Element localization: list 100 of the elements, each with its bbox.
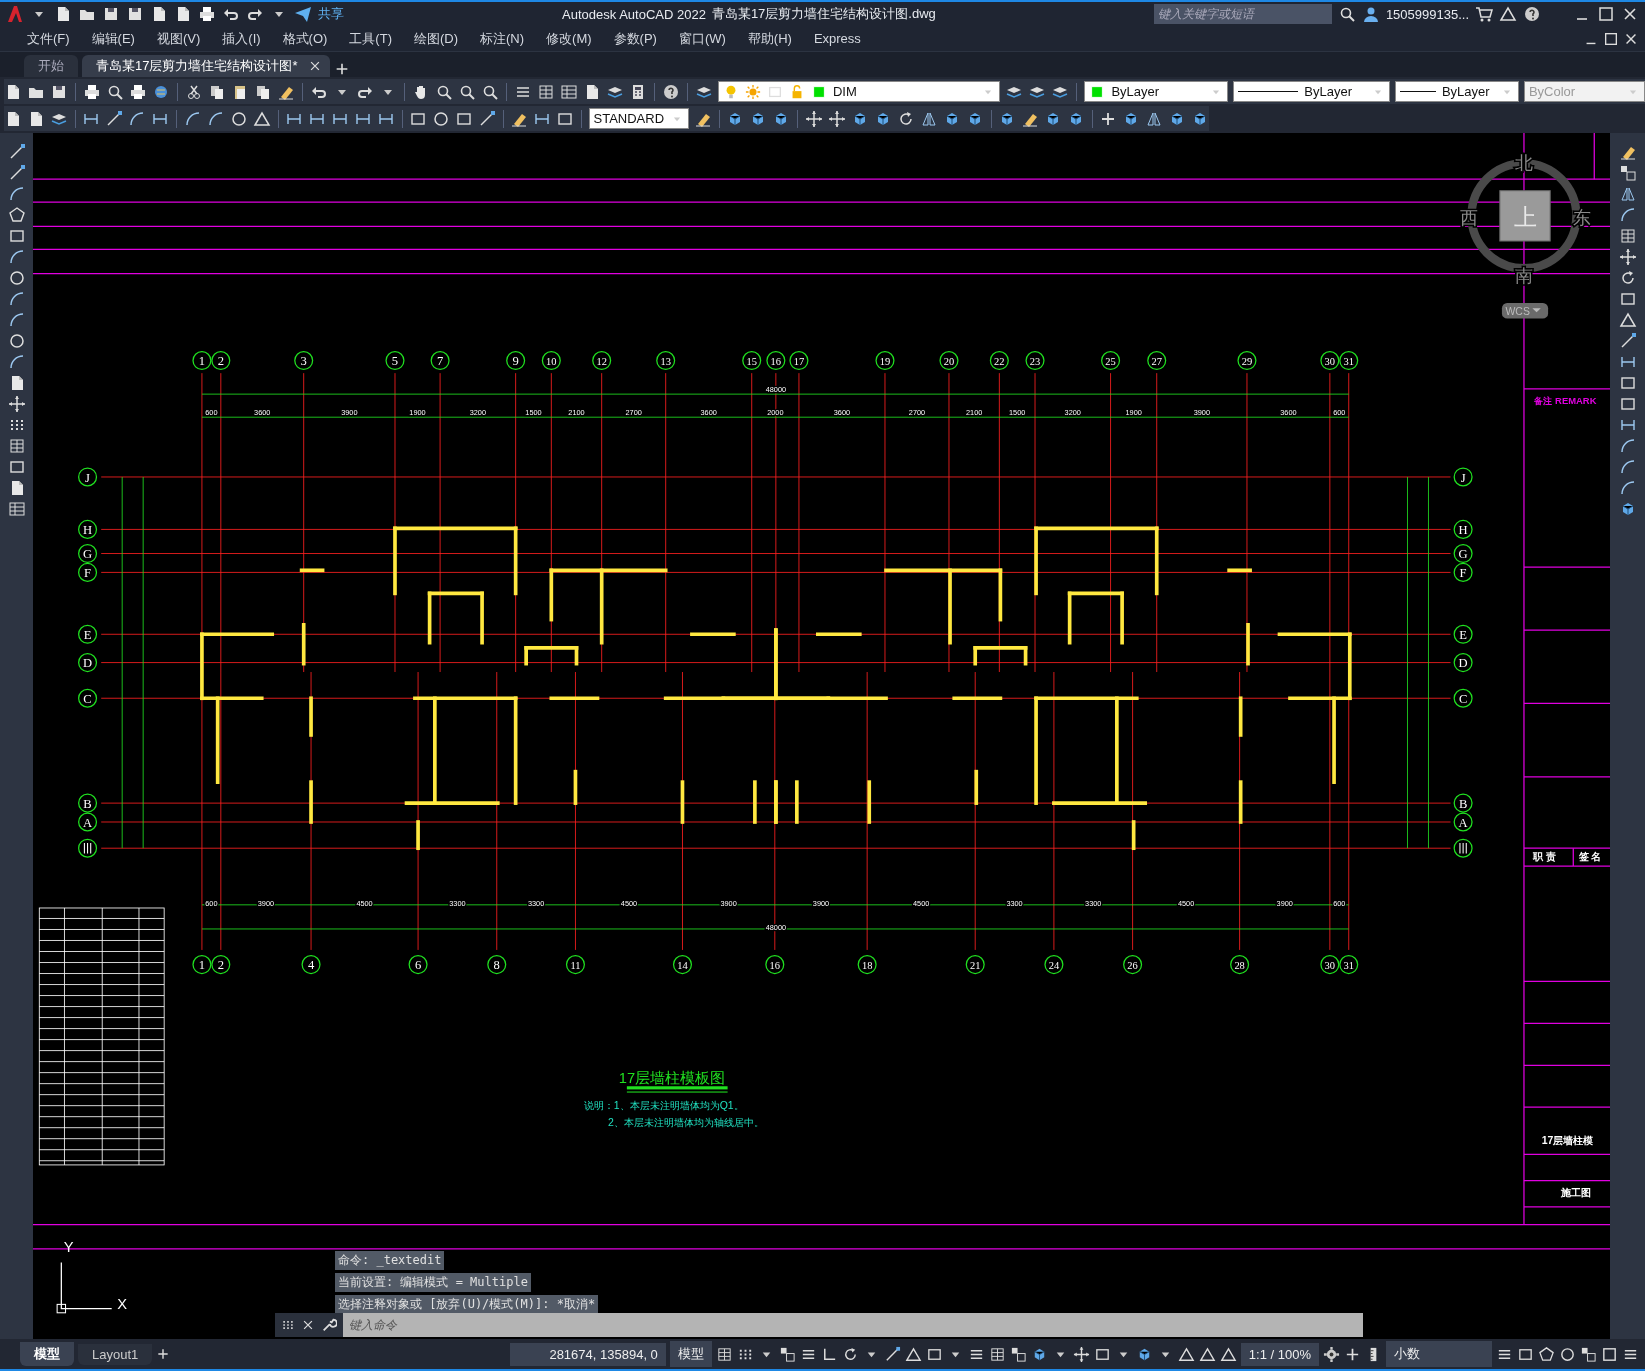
app-logo-icon[interactable]: [6, 5, 24, 24]
arc-icon[interactable]: [183, 109, 202, 128]
axis-bubble: 24: [1044, 955, 1064, 975]
menu-item[interactable]: 参数(P): [602, 29, 668, 48]
menu-item[interactable]: 文件(F): [16, 29, 81, 48]
menu-item[interactable]: 窗口(W): [667, 29, 737, 48]
wrench-icon[interactable]: [321, 1317, 337, 1334]
menu-item[interactable]: 编辑(E): [80, 29, 146, 48]
layer-dropdown[interactable]: DIM: [717, 81, 1001, 103]
menu-item[interactable]: 格式(O): [271, 29, 339, 48]
color-dropdown[interactable]: ByLayer: [1084, 81, 1229, 103]
table-icon[interactable]: [7, 500, 26, 519]
grid-icon[interactable]: [1618, 227, 1637, 246]
circle-icon[interactable]: [7, 332, 26, 351]
snap-icon[interactable]: [1618, 164, 1637, 183]
circle-icon[interactable]: [1559, 1345, 1576, 1363]
dimension-text: 600: [1333, 899, 1346, 909]
search-field[interactable]: 键入关键字或短语: [1153, 4, 1332, 25]
move-icon[interactable]: [1618, 248, 1637, 267]
printer-icon[interactable]: [129, 82, 147, 101]
axis-bubble: 31: [1339, 955, 1359, 975]
move-icon[interactable]: [7, 395, 26, 414]
annotation-scale-button[interactable]: 1:1 / 100%: [1240, 1342, 1319, 1366]
triangle-icon[interactable]: [252, 109, 271, 128]
axis-bubble: 2: [211, 351, 231, 371]
menu-item[interactable]: 工具(T): [338, 29, 403, 48]
dimension-text: 48000: [765, 923, 787, 933]
lineweight-dropdown[interactable]: ByLayer: [1394, 81, 1519, 103]
menu-item[interactable]: Express: [802, 31, 872, 47]
text-style-dropdown[interactable]: STANDARD: [588, 108, 690, 130]
grid-icon[interactable]: [536, 82, 555, 101]
settings-icon[interactable]: [1323, 1345, 1340, 1363]
circle-icon[interactable]: [229, 109, 248, 128]
dimension-text: 3900: [257, 899, 275, 909]
table-icon[interactable]: [559, 82, 578, 101]
menu-item[interactable]: 插入(I): [211, 29, 272, 48]
title-block-text: 17层墙柱模: [1541, 1135, 1594, 1147]
polygon-icon[interactable]: [7, 206, 26, 225]
command-input[interactable]: 键入命令: [343, 1313, 1363, 1338]
grid-icon[interactable]: [988, 1345, 1006, 1363]
triangle-icon[interactable]: [1177, 1345, 1195, 1363]
circle-icon[interactable]: [7, 269, 26, 288]
printer-icon[interactable]: [83, 82, 101, 101]
help-icon[interactable]: [1523, 5, 1541, 24]
compass-label[interactable]: 西: [1460, 207, 1479, 229]
axis-bubble: F: [1453, 563, 1473, 583]
document-tab[interactable]: 青岛某17层剪力墙住宅结构设计图*: [82, 55, 330, 78]
triangle-icon[interactable]: [1198, 1345, 1216, 1363]
line-icon[interactable]: [478, 109, 496, 128]
document-maximize-icon[interactable]: [1603, 30, 1619, 47]
new-layout-icon[interactable]: [156, 1347, 171, 1362]
axis-bubble: J: [78, 467, 98, 487]
drawing-title: 17层墙柱模板图: [618, 1070, 726, 1087]
model-space-button[interactable]: 模型: [669, 1341, 712, 1368]
user-name[interactable]: 1505999135...: [1385, 6, 1469, 22]
triangle-icon[interactable]: [1499, 5, 1517, 24]
help-icon[interactable]: [661, 82, 680, 101]
user-icon[interactable]: [1361, 5, 1380, 24]
triangle-icon[interactable]: [904, 1345, 922, 1363]
menu-item[interactable]: 帮助(H): [736, 29, 803, 48]
paper-plane-icon[interactable]: [294, 5, 312, 24]
share-button[interactable]: 共享: [318, 5, 344, 24]
line-icon[interactable]: [883, 1345, 901, 1363]
line-icon[interactable]: [105, 109, 124, 128]
linetype-dropdown[interactable]: ByLayer: [1233, 81, 1390, 103]
ucs-icon: [56, 1262, 113, 1314]
color-swatch-icon: [810, 83, 827, 100]
dimension-text: 600: [1333, 408, 1346, 418]
polygon-icon[interactable]: [1538, 1345, 1555, 1363]
grid-icon[interactable]: [715, 1345, 733, 1363]
menu-item[interactable]: 视图(V): [145, 29, 212, 48]
sun-icon: [744, 83, 761, 100]
arc-icon[interactable]: [206, 109, 225, 128]
layout-tab[interactable]: Layout1: [78, 1343, 153, 1365]
circle-icon[interactable]: [432, 109, 450, 128]
menu-item[interactable]: 标注(N): [469, 29, 536, 48]
maximize-icon[interactable]: [1597, 5, 1615, 24]
move-icon[interactable]: [1072, 1345, 1090, 1363]
layout-tab[interactable]: 模型: [20, 1342, 74, 1367]
document-tab[interactable]: 开始: [24, 55, 78, 78]
printer-icon[interactable]: [198, 5, 216, 24]
snap-icon[interactable]: [1009, 1345, 1027, 1363]
axis-bubble: 9: [506, 351, 526, 371]
cart-icon[interactable]: [1475, 5, 1493, 24]
move-icon[interactable]: [804, 109, 823, 128]
snap-icon[interactable]: [1580, 1345, 1597, 1363]
menu-item[interactable]: 绘图(D): [402, 29, 469, 48]
mirror-icon[interactable]: [1618, 185, 1637, 204]
snap-icon[interactable]: [778, 1345, 796, 1363]
compass-label[interactable]: 东: [1572, 207, 1591, 229]
axis-bubble: J: [1453, 467, 1473, 487]
dimension-text: 48000: [765, 385, 787, 395]
grid-icon[interactable]: [7, 437, 26, 456]
move-icon[interactable]: [827, 109, 846, 128]
triangle-icon[interactable]: [1618, 311, 1637, 330]
triangle-icon[interactable]: [1219, 1345, 1237, 1363]
maximize-icon[interactable]: [1601, 1345, 1618, 1363]
axis-bubble: F: [78, 563, 98, 583]
menu-item[interactable]: 修改(M): [535, 29, 603, 48]
units-dropdown[interactable]: 小数: [1386, 1341, 1492, 1368]
